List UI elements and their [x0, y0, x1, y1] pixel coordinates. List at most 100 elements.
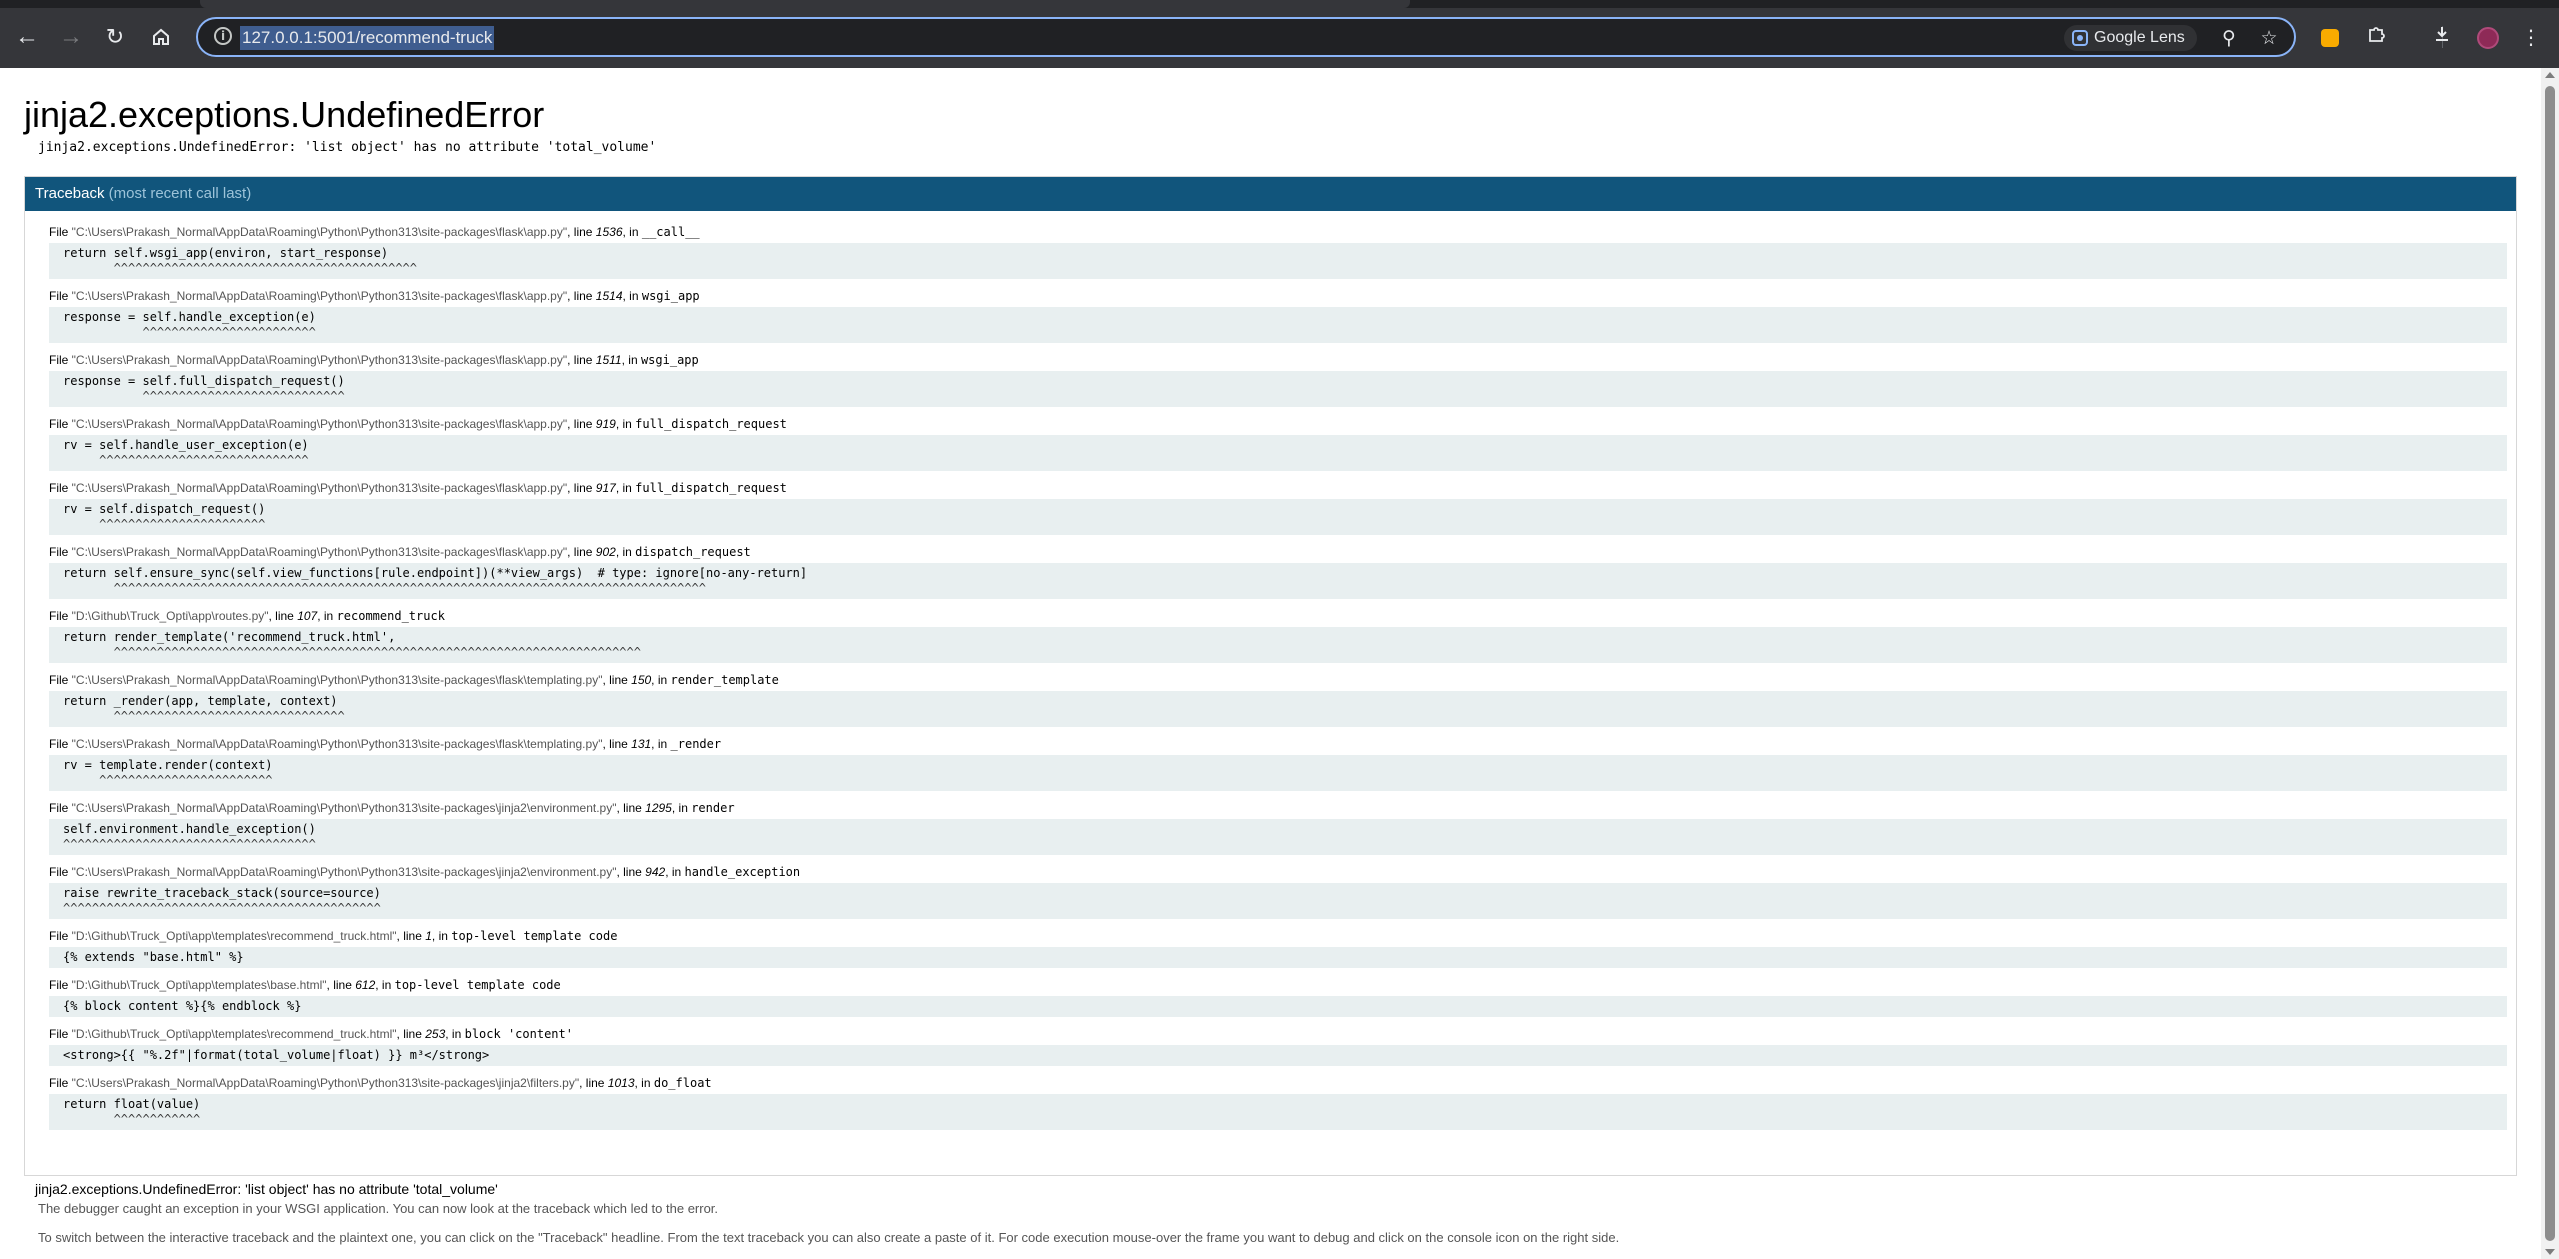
source-line: {% extends "base.html" %} — [63, 950, 244, 964]
traceback-frame[interactable]: File "C:\Users\Prakash_Normal\AppData\Ro… — [49, 863, 2507, 919]
frame-location: File "D:\Github\Truck_Opti\app\templates… — [49, 927, 2507, 945]
traceback-subheadline: (most recent call last) — [108, 185, 252, 202]
traceback-frame[interactable]: File "C:\Users\Prakash_Normal\AppData\Ro… — [49, 351, 2507, 407]
profile-avatar[interactable] — [2477, 27, 2499, 49]
frame-filename: "C:\Users\Prakash_Normal\AppData\Roaming… — [71, 481, 568, 495]
frame-line-prefix: , line — [602, 673, 632, 687]
downloads-icon[interactable] — [2427, 22, 2457, 52]
frame-file-prefix: File — [49, 1027, 72, 1041]
traceback-frame[interactable]: File "C:\Users\Prakash_Normal\AppData\Ro… — [49, 735, 2507, 791]
tab-strip — [0, 0, 2559, 8]
home-icon[interactable] — [146, 22, 176, 52]
frame-line-number: 902 — [595, 545, 616, 559]
frame-file-prefix: File — [49, 1076, 72, 1090]
frame-source-code[interactable]: {% block content %}{% endblock %} — [49, 996, 2507, 1017]
frame-source-code[interactable]: response = self.handle_exception(e) ^^^^… — [49, 307, 2507, 343]
more-menu-icon[interactable]: ⋮ — [2516, 22, 2546, 52]
frame-function: render — [691, 801, 735, 815]
extensions-puzzle-icon[interactable] — [2362, 22, 2392, 52]
frame-source-code[interactable]: return _render(app, template, context) ^… — [49, 691, 2507, 727]
frame-in-prefix: , in — [671, 801, 692, 815]
back-icon[interactable]: ← — [12, 22, 42, 52]
frame-source-code[interactable]: return self.ensure_sync(self.view_functi… — [49, 563, 2507, 599]
frame-function: render_template — [670, 673, 779, 687]
error-message: jinja2.exceptions.UndefinedError: 'list … — [38, 140, 657, 155]
frame-source-code[interactable]: <strong>{{ "%.2f"|format(total_volume|fl… — [49, 1045, 2507, 1066]
frame-file-prefix: File — [49, 481, 72, 495]
google-lens-icon — [2072, 30, 2088, 46]
frame-file-prefix: File — [49, 609, 72, 623]
frame-source-code[interactable]: rv = template.render(context) ^^^^^^^^^^… — [49, 755, 2507, 791]
source-line: <strong>{{ "%.2f"|format(total_volume|fl… — [63, 1048, 490, 1062]
frame-function: block 'content' — [464, 1027, 573, 1041]
frame-line-prefix: , line — [567, 289, 596, 303]
frame-location: File "C:\Users\Prakash_Normal\AppData\Ro… — [49, 223, 2507, 241]
traceback-frame[interactable]: File "C:\Users\Prakash_Normal\AppData\Ro… — [49, 671, 2507, 727]
google-lens-button[interactable]: Google Lens — [2064, 25, 2197, 51]
traceback-frame[interactable]: File "C:\Users\Prakash_Normal\AppData\Ro… — [49, 799, 2507, 855]
frame-source-code[interactable]: rv = self.handle_user_exception(e) ^^^^^… — [49, 435, 2507, 471]
active-tab-edge[interactable] — [200, 0, 1410, 8]
source-caret-line: ^^^^^^^^^^^^^^^^^^^^^^^^^^^^ — [63, 389, 345, 403]
frame-line-prefix: , line — [567, 353, 596, 367]
source-line: return self.ensure_sync(self.view_functi… — [63, 566, 808, 580]
traceback-frame[interactable]: File "D:\Github\Truck_Opti\app\templates… — [49, 976, 2507, 1017]
frame-filename: "C:\Users\Prakash_Normal\AppData\Roaming… — [71, 673, 603, 687]
scroll-down-arrow-icon[interactable] — [2545, 1249, 2555, 1255]
frame-file-prefix: File — [49, 289, 72, 303]
reload-icon[interactable]: ↻ — [100, 22, 130, 52]
frame-source-code[interactable]: return float(value) ^^^^^^^^^^^^ — [49, 1094, 2507, 1130]
traceback-frame[interactable]: File "C:\Users\Prakash_Normal\AppData\Ro… — [49, 1074, 2507, 1130]
source-caret-line: ^^^^^^^^^^^^^^^^^^^^^^^^^^^^^^^^ — [63, 709, 345, 723]
page-scrollbar[interactable] — [2541, 68, 2559, 1259]
zoom-icon[interactable]: ⚲ — [2216, 25, 2242, 51]
frame-line-number: 253 — [425, 1027, 446, 1041]
error-title: jinja2.exceptions.UndefinedError — [24, 94, 545, 135]
source-line: rv = self.handle_user_exception(e) — [63, 438, 309, 452]
scroll-thumb[interactable] — [2545, 86, 2555, 1241]
frame-source-code[interactable]: {% extends "base.html" %} — [49, 947, 2507, 968]
frame-in-prefix: , in — [622, 225, 642, 239]
frame-line-number: 919 — [595, 417, 616, 431]
frame-in-prefix: , in — [615, 481, 636, 495]
page-content: jinja2.exceptions.UndefinedError jinja2.… — [0, 68, 2541, 1259]
frame-in-prefix: , in — [651, 673, 671, 687]
frame-in-prefix: , in — [622, 289, 642, 303]
frame-source-code[interactable]: raise rewrite_traceback_stack(source=sou… — [49, 883, 2507, 919]
url-input[interactable]: 127.0.0.1:5001/recommend-truck — [240, 26, 495, 50]
frame-line-number: 1511 — [595, 353, 622, 367]
frame-source-code[interactable]: return self.wsgi_app(environ, start_resp… — [49, 243, 2507, 279]
extension-icon[interactable] — [2321, 29, 2339, 47]
traceback-frame[interactable]: File "C:\Users\Prakash_Normal\AppData\Ro… — [49, 479, 2507, 535]
traceback-frame[interactable]: File "D:\Github\Truck_Opti\app\routes.py… — [49, 607, 2507, 663]
traceback-header[interactable]: Traceback (most recent call last) — [25, 177, 2516, 211]
source-caret-line: ^^^^^^^^^^^^^^^^^^^^^^^^^^^^^^^^^^^^^^^^… — [63, 581, 706, 595]
frame-line-prefix: , line — [602, 737, 632, 751]
traceback-frame[interactable]: File "C:\Users\Prakash_Normal\AppData\Ro… — [49, 287, 2507, 343]
info-icon[interactable]: i — [214, 27, 232, 45]
frame-line-number: 107 — [297, 609, 318, 623]
debugger-help-note: To switch between the interactive traceb… — [38, 1230, 1620, 1245]
traceback-frame[interactable]: File "C:\Users\Prakash_Normal\AppData\Ro… — [49, 543, 2507, 599]
frame-function: dispatch_request — [635, 545, 751, 559]
scroll-up-arrow-icon[interactable] — [2545, 72, 2555, 78]
source-line: rv = template.render(context) — [63, 758, 273, 772]
frame-source-code[interactable]: return render_template('recommend_truck.… — [49, 627, 2507, 663]
traceback-frame[interactable]: File "C:\Users\Prakash_Normal\AppData\Ro… — [49, 415, 2507, 471]
source-line: return self.wsgi_app(environ, start_resp… — [63, 246, 389, 260]
traceback-frame[interactable]: File "D:\Github\Truck_Opti\app\templates… — [49, 1025, 2507, 1066]
traceback-frame[interactable]: File "D:\Github\Truck_Opti\app\templates… — [49, 927, 2507, 968]
address-bar[interactable]: i 127.0.0.1:5001/recommend-truck Google … — [196, 17, 2296, 57]
traceback-frame[interactable]: File "C:\Users\Prakash_Normal\AppData\Ro… — [49, 223, 2507, 279]
frame-source-code[interactable]: rv = self.dispatch_request() ^^^^^^^^^^^… — [49, 499, 2507, 535]
frame-source-code[interactable]: self.environment.handle_exception() ^^^^^… — [49, 819, 2507, 855]
source-line: response = self.full_dispatch_request() — [63, 374, 345, 388]
frame-function: top-level template code — [451, 929, 618, 943]
traceback-headline[interactable]: Traceback — [35, 185, 104, 202]
frame-line-prefix: , line — [616, 865, 646, 879]
frame-source-code[interactable]: response = self.full_dispatch_request() … — [49, 371, 2507, 407]
frame-line-number: 612 — [355, 978, 376, 992]
frame-file-prefix: File — [49, 673, 72, 687]
frame-function: handle_exception — [684, 865, 801, 879]
bookmark-star-icon[interactable]: ☆ — [2256, 25, 2282, 51]
